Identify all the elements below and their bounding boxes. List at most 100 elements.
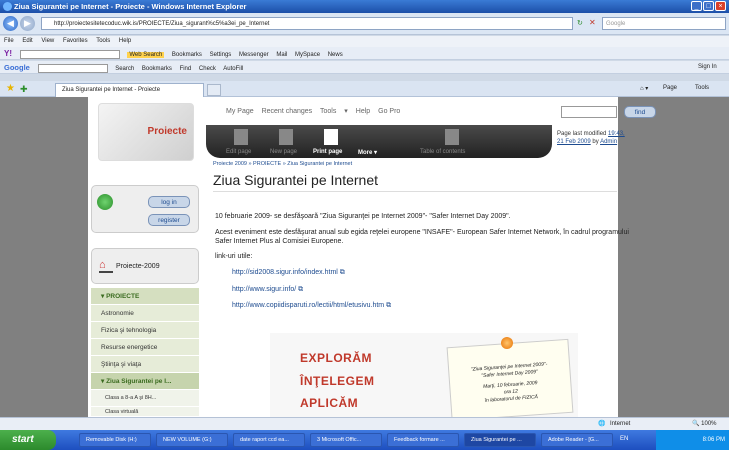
sidebar-item-ziua[interactable]: ▾ Ziua Sigurantei pe I... xyxy=(91,373,199,390)
web-search-button[interactable]: Web Search xyxy=(127,52,165,58)
mail-button[interactable]: Mail xyxy=(276,52,287,58)
paragraph-1: 10 februarie 2009- se desfăşoară "Ziua S… xyxy=(215,213,511,220)
address-input[interactable]: http://proiectesitetecoduc.wik.is/PROIEC… xyxy=(41,17,573,30)
task-feedback[interactable]: Feedback formare ... xyxy=(387,433,459,447)
maximize-button[interactable]: □ xyxy=(703,1,714,11)
yahoo-toolbar: Y! Web Search Bookmarks Settings Messeng… xyxy=(0,47,729,60)
tab-active[interactable]: Ziua Sigurantei pe Internet - Proiecte xyxy=(55,83,204,97)
clock: 8:06 PM xyxy=(702,437,725,443)
nav-go-pro[interactable]: Go Pro xyxy=(378,108,400,115)
nav-help[interactable]: Help xyxy=(356,108,370,115)
settings-button[interactable]: Settings xyxy=(210,52,232,58)
google-check-button[interactable]: Check xyxy=(199,66,216,72)
language-indicator[interactable]: EN xyxy=(620,436,628,442)
menu-help[interactable]: Help xyxy=(119,38,131,44)
sidebar-item-astronomie[interactable]: Astronomie xyxy=(91,305,199,322)
edit-page-button[interactable]: Edit page xyxy=(226,149,251,155)
browser-search-input[interactable]: Google xyxy=(602,17,726,30)
start-button[interactable]: start xyxy=(0,430,56,450)
page-menu[interactable]: Page xyxy=(663,85,677,91)
sidebar-item-clasa-8[interactable]: Clasa a 8-a A şi 8H... xyxy=(91,390,199,407)
address-toolbar: ◀ ▶ http://proiectesitetecoduc.wik.is/PR… xyxy=(0,13,729,35)
tools-menu[interactable]: Tools xyxy=(695,85,709,91)
window-titlebar: Ziua Sigurantei pe Internet - Proiecte -… xyxy=(0,0,729,13)
breadcrumb[interactable]: Proiecte 2009 » PROIECTE » Ziua Sigurant… xyxy=(213,161,352,167)
sidebar-item-proiecte[interactable]: ▾ PROIECTE xyxy=(91,288,199,305)
window-title: Ziua Sigurantei pe Internet - Proiecte -… xyxy=(14,2,247,11)
author-link[interactable]: Admin xyxy=(600,139,617,145)
myspace-button[interactable]: MySpace xyxy=(295,52,320,58)
sign-in-button[interactable]: Sign In xyxy=(698,64,717,70)
toc-icon xyxy=(445,129,459,145)
google-autofill-button[interactable]: AutoFill xyxy=(223,66,243,72)
yahoo-search-input[interactable] xyxy=(19,49,120,59)
paragraph-2: Acest eveniment este desfăşurat anual su… xyxy=(215,229,629,245)
security-zone: Internet xyxy=(610,421,631,427)
site-logo[interactable]: Proiecte xyxy=(98,103,194,161)
page-title: Ziua Sigurantei pe Internet xyxy=(213,172,617,192)
menu-favorites[interactable]: Favorites xyxy=(63,38,88,44)
register-button[interactable]: register xyxy=(148,214,190,226)
action-bar: Edit page New page Print page More ▾ Tab… xyxy=(206,125,552,158)
task-new-volume[interactable]: NEW VOLUME (G:) xyxy=(156,433,228,447)
house-icon: ⌂ xyxy=(99,260,113,273)
task-adobe-reader[interactable]: Adobe Reader - [G... xyxy=(541,433,613,447)
more-button[interactable]: More ▾ xyxy=(358,149,377,156)
google-search-input[interactable] xyxy=(37,63,108,73)
refresh-icon[interactable]: ↻ xyxy=(577,19,583,27)
link-sigur[interactable]: http://www.sigur.info/ ⧉ xyxy=(232,286,303,294)
links-label: link-uri utile: xyxy=(215,253,253,260)
banner-word-1: EXPLORĂM xyxy=(300,351,373,365)
print-page-button[interactable]: Print page xyxy=(313,149,342,155)
close-button[interactable]: × xyxy=(715,1,726,11)
sidebar-item-fizica[interactable]: Fizica şi tehnologia xyxy=(91,322,199,339)
bookmarks-button[interactable]: Bookmarks xyxy=(172,52,202,58)
task-date-raport[interactable]: date raport ccd ea... xyxy=(233,433,305,447)
ie-icon xyxy=(3,2,12,11)
task-ziua-sigurantei[interactable]: Ziua Sigurantei pe ... xyxy=(464,433,536,447)
link-copiidisparuti[interactable]: http://www.copiidisparuti.ro/lectii/html… xyxy=(232,302,391,310)
sidebar-item-clasa-virtuala[interactable]: Clasa virtuală xyxy=(91,407,199,417)
home-icon[interactable]: ⌂ ▾ xyxy=(640,85,648,92)
nav-my-page[interactable]: My Page xyxy=(226,108,254,115)
yahoo-logo-icon[interactable]: Y! xyxy=(4,49,12,58)
stop-icon[interactable]: ✕ xyxy=(589,18,596,27)
login-button[interactable]: log in xyxy=(148,196,190,208)
toc-button[interactable]: Table of contents xyxy=(420,149,465,155)
print-icon xyxy=(324,129,338,145)
task-microsoft-office[interactable]: 3 Microsoft Offic... xyxy=(310,433,382,447)
wiki-search-input[interactable] xyxy=(561,106,617,118)
status-bar: 🌐 Internet 🔍 100% xyxy=(0,417,729,430)
back-button[interactable]: ◀ xyxy=(3,16,18,31)
find-button[interactable]: find xyxy=(624,106,656,118)
nav-recent-changes[interactable]: Recent changes xyxy=(262,108,313,115)
menu-file[interactable]: File xyxy=(4,38,14,44)
minimize-button[interactable]: _ xyxy=(691,1,702,11)
messenger-button[interactable]: Messenger xyxy=(239,52,269,58)
new-page-icon xyxy=(279,129,293,145)
forward-button[interactable]: ▶ xyxy=(20,16,35,31)
google-logo-icon: Google xyxy=(4,63,30,72)
new-page-button[interactable]: New page xyxy=(270,149,297,155)
google-find-button[interactable]: Find xyxy=(180,66,192,72)
nav-tools[interactable]: Tools ▾ xyxy=(320,108,348,115)
sidebar-item-stiinta[interactable]: Ştiinţa şi viaţa xyxy=(91,356,199,373)
new-tab-button[interactable] xyxy=(207,84,221,96)
last-modified: Page last modified 19:43, 21 Feb 2009 by… xyxy=(557,131,625,145)
edit-page-icon xyxy=(234,129,248,145)
google-bookmarks-button[interactable]: Bookmarks xyxy=(142,66,172,72)
favorites-star-icon[interactable]: ★ xyxy=(6,83,15,94)
google-toolbar: Google Search Bookmarks Find Check AutoF… xyxy=(0,61,729,74)
task-removable-disk[interactable]: Removable Disk (H:) xyxy=(79,433,151,447)
zoom-level[interactable]: 🔍 100% xyxy=(692,418,717,430)
menu-view[interactable]: View xyxy=(41,38,54,44)
add-favorites-icon[interactable]: ✚ xyxy=(20,84,28,95)
link-sid2008[interactable]: http://sid2008.sigur.info/index.html ⧉ xyxy=(232,269,345,277)
google-search-button[interactable]: Search xyxy=(115,66,134,72)
banner-word-3: APLICĂM xyxy=(300,396,359,410)
menu-edit[interactable]: Edit xyxy=(22,38,32,44)
news-button[interactable]: News xyxy=(328,52,343,58)
menu-tools[interactable]: Tools xyxy=(96,38,110,44)
user-icon xyxy=(97,194,113,210)
sidebar-item-resurse[interactable]: Resurse energetice xyxy=(91,339,199,356)
